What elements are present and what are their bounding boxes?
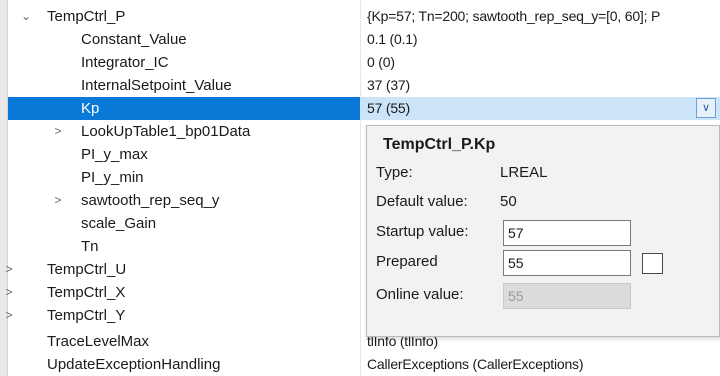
selection-highlight [8,97,360,120]
default-value: 50 [500,193,517,210]
row-value: 37 (37) [367,77,410,93]
popup-title: TempCtrl_P.Kp [383,136,496,153]
value-tooltip-popup: TempCtrl_P.Kp Type: LREAL Default value:… [366,125,720,337]
row-name: TempCtrl_Y [47,307,126,324]
startup-value-field[interactable]: 57 [503,220,631,246]
tree-row-constant-value[interactable]: Constant_Value 0.1 (0.1) [8,28,720,51]
online-value-label: Online value: [376,286,464,303]
type-value: LREAL [500,164,548,181]
row-name: LookUpTable1_bp01Data [81,123,251,140]
type-label: Type: [376,164,413,181]
parameter-tree: ⌄ TempCtrl_P {Kp=57; Tn=200; sawtooth_re… [0,0,720,376]
tree-row-integrator-ic[interactable]: Integrator_IC 0 (0) [8,51,720,74]
tree-row-tempctrl-p[interactable]: ⌄ TempCtrl_P {Kp=57; Tn=200; sawtooth_re… [8,5,720,28]
collapse-chevron-icon[interactable]: ⌄ [19,5,33,28]
online-value-field: 55 [503,283,631,309]
row-name: Constant_Value [81,31,187,48]
row-value: 0.1 (0.1) [367,31,418,47]
default-value-label: Default value: [376,193,468,210]
row-name: InternalSetpoint_Value [81,77,232,94]
row-name: sawtooth_rep_seq_y [81,192,220,209]
row-name: Integrator_IC [81,54,169,71]
tree-row-internal-setpoint-value[interactable]: InternalSetpoint_Value 37 (37) [8,74,720,97]
expand-chevron-icon[interactable]: > [2,304,16,327]
prepared-value-field[interactable]: 55 [503,250,631,276]
expand-chevron-icon[interactable]: > [2,281,16,304]
row-name: PI_y_min [81,169,144,186]
row-value[interactable]: 57 (55) [367,97,410,120]
tree-row-updateexceptionhandling[interactable]: UpdateExceptionHandling CallerExceptions… [8,353,720,376]
row-name: TempCtrl_P [47,8,126,25]
row-value: 0 (0) [367,54,395,70]
row-name: TraceLevelMax [47,333,149,350]
expand-chevron-icon[interactable]: > [51,120,65,143]
row-name: UpdateExceptionHandling [47,356,221,373]
chevron-down-icon: ∨ [701,102,711,114]
value-highlight [360,97,720,120]
startup-value-label: Startup value: [376,223,469,240]
expand-chevron-icon[interactable]: > [51,189,65,212]
row-name: Kp [81,100,100,117]
expand-chevron-icon[interactable]: > [2,258,16,281]
value-dropdown-button[interactable]: ∨ [696,98,716,118]
row-name: TempCtrl_U [47,261,127,278]
row-value: {Kp=57; Tn=200; sawtooth_rep_seq_y=[0, 6… [367,8,661,24]
prepared-label: Prepared [376,253,438,270]
row-name: Tn [81,238,99,255]
row-name: PI_y_max [81,146,148,163]
row-name: TempCtrl_X [47,284,126,301]
row-value: CallerExceptions (CallerExceptions) [367,356,584,372]
tree-row-kp[interactable]: Kp 57 (55) ∨ [8,97,720,120]
prepared-checkbox[interactable] [642,253,663,274]
row-name: scale_Gain [81,215,157,232]
